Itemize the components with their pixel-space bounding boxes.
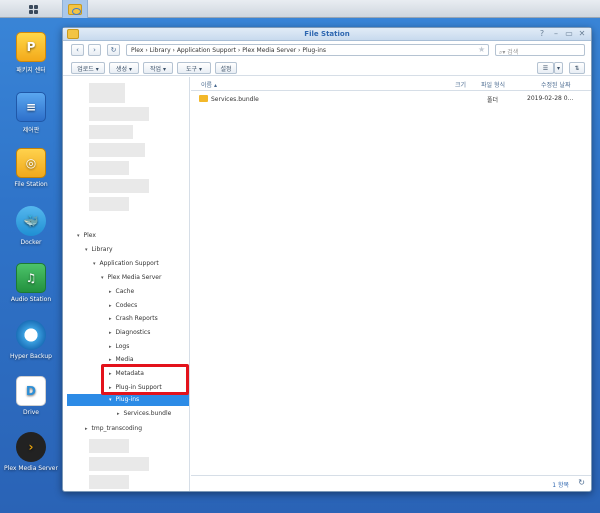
drive-icon: D: [16, 376, 46, 406]
path-breadcrumb[interactable]: Plex › Library › Application Support › P…: [126, 44, 489, 56]
docker-icon: 🐳: [16, 206, 46, 236]
chevron-left-icon: ‹: [76, 46, 79, 54]
upload-button[interactable]: 업로드 ▾: [71, 62, 105, 74]
help-icon[interactable]: ?: [537, 29, 547, 38]
file-station-window: File Station ? – ▭ ✕ ‹ › ↻ Plex › Librar…: [62, 27, 592, 492]
plex-icon: ›: [16, 432, 46, 462]
hyper-backup-icon: [16, 320, 46, 350]
list-view-icon: ☰: [542, 64, 549, 72]
tools-button[interactable]: 도구 ▾: [177, 62, 211, 74]
tree-node-crash-reports[interactable]: ▸ Crash Reports: [109, 313, 158, 325]
desktop-icon-plex[interactable]: › Plex Media Server: [0, 432, 62, 472]
desktop-icon-control-panel[interactable]: ≡ 제어판: [0, 92, 62, 134]
settings-button[interactable]: 설정: [215, 62, 237, 74]
view-list-button[interactable]: ☰: [537, 62, 554, 74]
desktop-icon-hyper-backup[interactable]: Hyper Backup: [0, 320, 62, 360]
search-input[interactable]: ⌕▾ 검색: [495, 44, 585, 56]
folder-icon: [199, 95, 208, 102]
chevron-down-icon: ▾: [556, 64, 560, 72]
tree-node-library[interactable]: ▾ Library: [85, 244, 113, 256]
refresh-icon[interactable]: ↻: [578, 478, 585, 487]
back-button[interactable]: ‹: [71, 44, 84, 56]
row-modified: 2019-02-28 0...: [527, 95, 574, 102]
refresh-icon: ↻: [110, 46, 117, 54]
desktop-icon-label: Hyper Backup: [10, 353, 52, 360]
tree-node-codecs[interactable]: ▸ Codecs: [109, 300, 137, 312]
file-list-header: 이름 ▴ 크기 파일 형식 수정된 날짜: [191, 77, 591, 91]
audio-station-icon: ♫: [16, 263, 46, 293]
taskbar-file-station-button[interactable]: [62, 0, 88, 18]
minimize-icon[interactable]: –: [551, 29, 561, 38]
desktop-icon-label: Plex Media Server: [4, 465, 58, 472]
tree-node-plex[interactable]: ▾ Plex: [77, 230, 96, 242]
desktop-icon-label: Docker: [20, 239, 42, 246]
sort-icon: ⇅: [574, 64, 580, 72]
tree-node-cache[interactable]: ▸ Cache: [109, 286, 134, 298]
sort-button[interactable]: ⇅: [569, 62, 585, 74]
status-bar: 1 항목 ↻: [191, 475, 591, 491]
file-list: 이름 ▴ 크기 파일 형식 수정된 날짜 Services.bundle 폴더 …: [191, 77, 591, 491]
column-modified[interactable]: 수정된 날짜: [541, 80, 571, 89]
tree-node-plug-ins[interactable]: ▾ Plug-ins: [109, 394, 139, 406]
item-count: 1 항목: [552, 482, 569, 489]
taskbar: [0, 0, 600, 18]
grid-icon: [28, 4, 38, 14]
close-icon[interactable]: ✕: [577, 29, 587, 38]
maximize-icon[interactable]: ▭: [564, 29, 574, 38]
desktop-icon-label: 패키지 센터: [16, 67, 46, 74]
chevron-right-icon: ›: [93, 46, 96, 54]
desktop-icon-package-center[interactable]: P 패키지 센터: [0, 32, 62, 74]
window-titlebar[interactable]: File Station ? – ▭ ✕: [63, 28, 591, 41]
action-button[interactable]: 작업 ▾: [143, 62, 173, 74]
create-button[interactable]: 생성 ▾: [109, 62, 139, 74]
desktop-icon-file-station[interactable]: ◎ File Station: [0, 148, 62, 188]
desktop-icon-docker[interactable]: 🐳 Docker: [0, 206, 62, 246]
desktop-icon-drive[interactable]: D Drive: [0, 376, 62, 416]
row-type: 폴더: [487, 97, 499, 104]
tree-node-plex-media-server[interactable]: ▾ Plex Media Server: [101, 272, 161, 284]
desktop-icon-label: File Station: [14, 181, 48, 188]
view-dropdown-button[interactable]: ▾: [554, 62, 563, 74]
desktop-icon-label: Drive: [23, 409, 39, 416]
forward-button[interactable]: ›: [88, 44, 101, 56]
search-placeholder: 검색: [507, 49, 519, 56]
tree-node-services-bundle[interactable]: ▸ Services.bundle: [117, 408, 171, 420]
desktop-icon-audio-station[interactable]: ♫ Audio Station: [0, 263, 62, 303]
folder-icon: [68, 3, 82, 15]
desktop-icon-label: 제어판: [22, 127, 40, 134]
file-station-icon: ◎: [16, 148, 46, 178]
package-center-icon: P: [16, 32, 46, 62]
main-menu-button[interactable]: [20, 0, 46, 18]
tree-node-diagnostics[interactable]: ▸ Diagnostics: [109, 327, 150, 339]
table-row[interactable]: Services.bundle 폴더 2019-02-28 0...: [191, 92, 591, 106]
refresh-button[interactable]: ↻: [107, 44, 120, 56]
folder-tree: ▾ Plex ▾ Library ▾ Application Support ▾ Ple…: [63, 77, 190, 491]
toolbar: 업로드 ▾ 생성 ▾ 작업 ▾ 도구 ▾ 설정 ☰ ▾ ⇅: [63, 60, 591, 76]
control-panel-icon: ≡: [16, 92, 46, 122]
tree-node-logs[interactable]: ▸ Logs: [109, 341, 129, 353]
desktop-icon-label: Audio Station: [10, 296, 52, 303]
navigation-bar: ‹ › ↻ Plex › Library › Application Suppo…: [63, 42, 591, 58]
star-icon[interactable]: ★: [478, 45, 485, 54]
tree-node-tmp-transcoding[interactable]: ▸ tmp_transcoding: [85, 423, 142, 435]
window-title: File Station: [304, 30, 350, 38]
column-size[interactable]: 크기: [455, 80, 466, 89]
column-type[interactable]: 파일 형식: [481, 80, 505, 89]
tree-node-application-support[interactable]: ▾ Application Support: [93, 258, 159, 270]
row-name: Services.bundle: [211, 96, 259, 103]
column-name[interactable]: 이름 ▴: [201, 80, 217, 89]
red-highlight-box: [101, 364, 189, 395]
